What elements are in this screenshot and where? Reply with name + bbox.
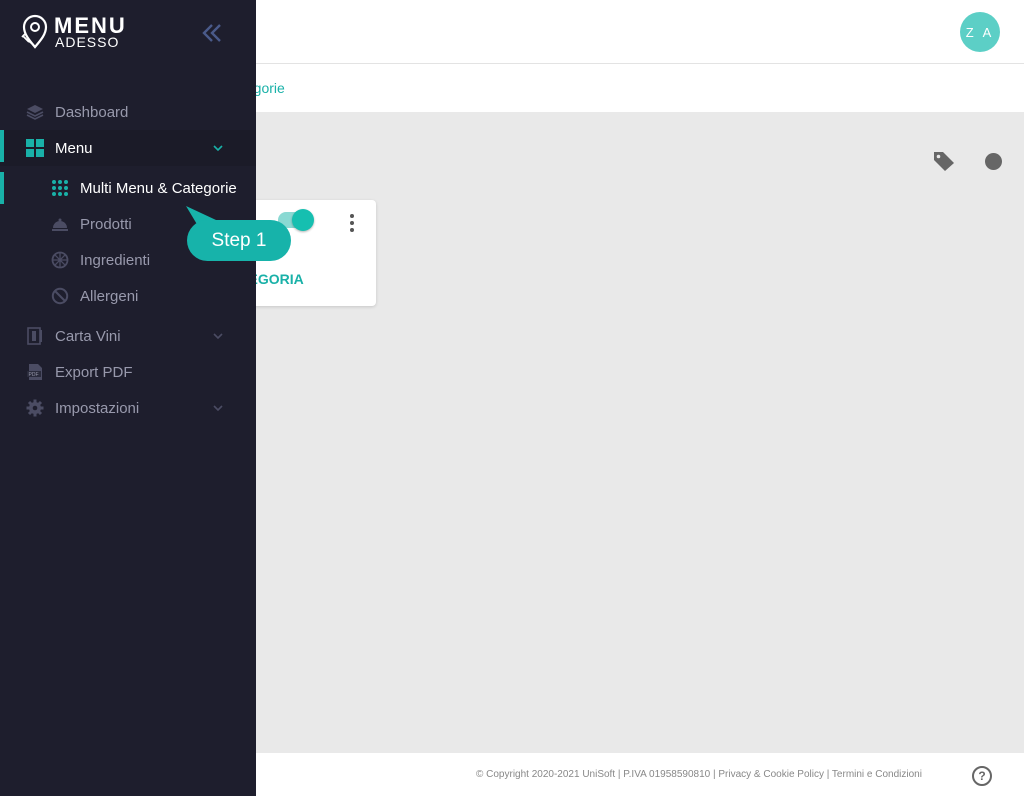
dots-grid-icon <box>52 180 68 196</box>
pin-fork-logo-icon <box>21 14 48 49</box>
active-indicator <box>0 130 4 162</box>
submenu-item-label: Ingredienti <box>80 252 151 269</box>
active-indicator <box>0 172 4 204</box>
sidebar-item-carta-vini[interactable]: Carta Vini <box>0 318 256 354</box>
help-icon[interactable]: ? <box>972 766 992 786</box>
gear-icon <box>26 399 44 417</box>
submenu-item-label: Allergeni <box>80 288 139 305</box>
sidebar: MENU ADESSO Dashboard Menu Multi Menu & … <box>0 0 256 796</box>
submenu-item-label: Prodotti <box>80 216 132 233</box>
svg-text:PDF: PDF <box>29 372 39 378</box>
more-options-icon[interactable] <box>344 212 360 234</box>
logo-subtitle: ADESSO <box>55 34 120 50</box>
sidebar-item-label: Impostazioni <box>55 400 140 417</box>
submenu-item-label: Multi Menu & Categorie <box>80 180 237 197</box>
sidebar-item-label: Export PDF <box>55 364 133 381</box>
tag-icon[interactable] <box>932 150 956 172</box>
grid-icon <box>26 139 44 157</box>
copyright-text: © Copyright 2020-2021 UniSoft | P.IVA 01… <box>476 769 922 780</box>
sidebar-item-label: Carta Vini <box>55 328 121 345</box>
sidebar-item-dashboard[interactable]: Dashboard <box>0 94 256 130</box>
chevron-down-icon <box>213 405 223 412</box>
sidebar-item-multi-menu[interactable]: Multi Menu & Categorie <box>0 172 256 204</box>
cloche-icon <box>52 218 68 231</box>
sidebar-item-label: Dashboard <box>55 104 129 121</box>
sidebar-item-impostazioni[interactable]: Impostazioni <box>0 390 256 426</box>
sidebar-item-export-pdf[interactable]: PDF Export PDF <box>0 354 256 390</box>
step-tooltip[interactable]: Step 1 <box>187 220 291 261</box>
chevron-down-icon <box>213 145 223 152</box>
sidebar-item-menu[interactable]: Menu <box>0 130 256 166</box>
sidebar-item-label: Menu <box>55 140 93 157</box>
pdf-icon: PDF <box>27 364 42 380</box>
pizza-icon <box>51 251 69 269</box>
layers-icon <box>26 105 44 120</box>
wine-icon <box>27 327 42 345</box>
status-dot-button[interactable] <box>985 153 1002 170</box>
sidebar-item-allergeni[interactable]: Allergeni <box>0 280 256 312</box>
ban-icon <box>51 287 69 305</box>
chevron-down-icon <box>213 333 223 340</box>
collapse-sidebar-icon[interactable] <box>201 22 223 44</box>
user-avatar[interactable]: Z A <box>960 12 1000 52</box>
logo[interactable]: MENU ADESSO <box>20 13 130 52</box>
toggle-knob[interactable] <box>292 209 314 231</box>
